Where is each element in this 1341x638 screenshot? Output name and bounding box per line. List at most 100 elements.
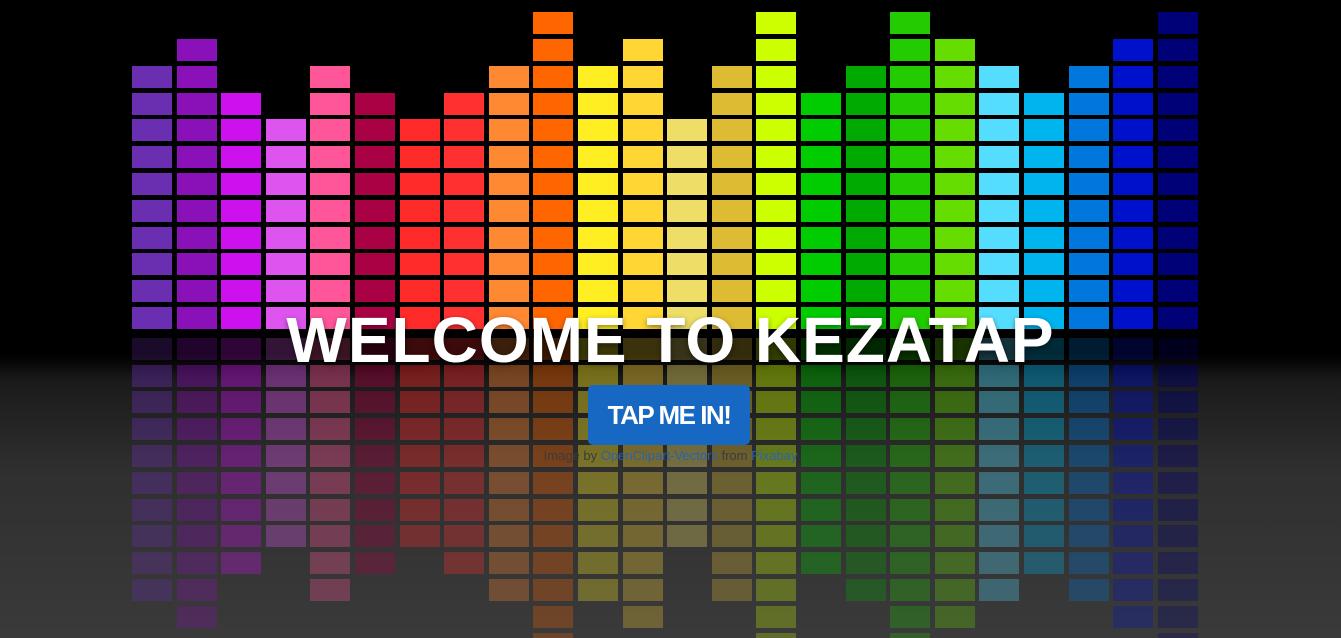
equalizer-block xyxy=(801,227,841,249)
equalizer-reflection-block xyxy=(177,499,217,521)
equalizer-reflection-block xyxy=(979,472,1019,494)
equalizer-block xyxy=(756,280,796,302)
equalizer-reflection-block xyxy=(221,552,261,574)
equalizer-block xyxy=(890,227,930,249)
equalizer-block xyxy=(667,227,707,249)
equalizer-reflection-block xyxy=(623,472,663,494)
equalizer-block xyxy=(1158,93,1198,115)
equalizer-reflection-block xyxy=(177,472,217,494)
equalizer-reflection-block xyxy=(1069,579,1109,601)
equalizer-block xyxy=(667,119,707,141)
equalizer-block xyxy=(400,119,440,141)
equalizer-reflection-block xyxy=(756,472,796,494)
equalizer-block xyxy=(533,200,573,222)
equalizer-block xyxy=(890,173,930,195)
equalizer-reflection-block xyxy=(890,525,930,547)
equalizer-block xyxy=(533,39,573,61)
equalizer-block xyxy=(221,253,261,275)
equalizer-block xyxy=(712,227,752,249)
equalizer-reflection-block xyxy=(1158,633,1198,638)
equalizer-block xyxy=(578,253,618,275)
equalizer-block xyxy=(1069,66,1109,88)
equalizer-reflection-block xyxy=(1024,525,1064,547)
equalizer-reflection-block xyxy=(979,418,1019,440)
equalizer-reflection-block xyxy=(266,391,306,413)
equalizer-block xyxy=(177,280,217,302)
equalizer-reflection-block xyxy=(221,472,261,494)
equalizer-block xyxy=(1024,93,1064,115)
equalizer-block xyxy=(310,253,350,275)
equalizer-reflection-block xyxy=(221,525,261,547)
equalizer-reflection-block xyxy=(1113,552,1153,574)
equalizer-block xyxy=(801,119,841,141)
equalizer-reflection-block xyxy=(444,552,484,574)
equalizer-reflection-block xyxy=(846,391,886,413)
equalizer-block xyxy=(355,173,395,195)
equalizer-block xyxy=(935,227,975,249)
equalizer-reflection-block xyxy=(667,472,707,494)
equalizer-block xyxy=(533,12,573,34)
equalizer-reflection-block xyxy=(801,552,841,574)
equalizer-block xyxy=(890,119,930,141)
equalizer-reflection-block xyxy=(355,552,395,574)
equalizer-reflection-block xyxy=(756,633,796,638)
equalizer-reflection-block xyxy=(533,472,573,494)
equalizer-reflection-block xyxy=(266,499,306,521)
credit-source-link[interactable]: Pixabay xyxy=(751,448,797,463)
equalizer-reflection-block xyxy=(801,472,841,494)
equalizer-block xyxy=(1113,253,1153,275)
equalizer-block xyxy=(533,146,573,168)
equalizer-reflection-block xyxy=(756,525,796,547)
equalizer-block xyxy=(1069,253,1109,275)
equalizer-reflection-block xyxy=(846,499,886,521)
credit-author-link[interactable]: OpenClipart-Vectors xyxy=(601,448,718,463)
equalizer-block xyxy=(756,66,796,88)
equalizer-reflection-block xyxy=(355,525,395,547)
equalizer-block xyxy=(935,39,975,61)
equalizer-reflection-block xyxy=(400,499,440,521)
equalizer-block xyxy=(890,253,930,275)
equalizer-reflection-block xyxy=(533,499,573,521)
tap-me-in-button[interactable]: TAP ME IN! xyxy=(588,385,750,445)
equalizer-reflection-block xyxy=(489,418,529,440)
equalizer-reflection-block xyxy=(712,499,752,521)
equalizer-block xyxy=(1113,39,1153,61)
equalizer-reflection-block xyxy=(533,633,573,638)
equalizer-reflection-block xyxy=(1024,418,1064,440)
equalizer-block xyxy=(667,173,707,195)
hero-section: WELCOME TO KEZATAP TAP ME IN! Image by O… xyxy=(0,0,1341,638)
equalizer-block xyxy=(489,119,529,141)
equalizer-block xyxy=(444,280,484,302)
equalizer-reflection-block xyxy=(266,418,306,440)
equalizer-block xyxy=(355,93,395,115)
equalizer-block xyxy=(667,200,707,222)
equalizer-block xyxy=(355,280,395,302)
equalizer-reflection-block xyxy=(890,633,930,638)
equalizer-reflection-block xyxy=(756,606,796,628)
equalizer-block xyxy=(132,173,172,195)
equalizer-block xyxy=(1069,173,1109,195)
image-credit: Image by OpenClipart-Vectors from Pixaba… xyxy=(0,448,1341,464)
equalizer-reflection-block xyxy=(533,552,573,574)
equalizer-block xyxy=(132,200,172,222)
equalizer-block xyxy=(1113,227,1153,249)
equalizer-reflection-block xyxy=(846,579,886,601)
equalizer-block xyxy=(444,253,484,275)
equalizer-reflection-block xyxy=(489,391,529,413)
equalizer-block xyxy=(177,173,217,195)
equalizer-reflection-block xyxy=(400,418,440,440)
equalizer-block xyxy=(310,66,350,88)
equalizer-reflection-block xyxy=(310,391,350,413)
equalizer-block xyxy=(935,119,975,141)
equalizer-block xyxy=(177,119,217,141)
equalizer-block xyxy=(355,253,395,275)
equalizer-reflection-block xyxy=(712,552,752,574)
equalizer-reflection-block xyxy=(979,552,1019,574)
equalizer-block xyxy=(1113,146,1153,168)
equalizer-block xyxy=(1113,93,1153,115)
equalizer-block xyxy=(177,227,217,249)
equalizer-reflection-block xyxy=(444,418,484,440)
equalizer-reflection-block xyxy=(1158,472,1198,494)
equalizer-reflection-block xyxy=(890,391,930,413)
equalizer-block xyxy=(221,119,261,141)
